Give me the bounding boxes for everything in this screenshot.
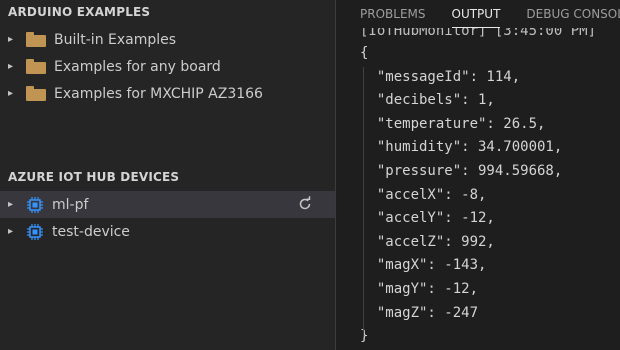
folder-icon bbox=[26, 86, 46, 101]
tree-item-label: Built-in Examples bbox=[54, 31, 177, 48]
chevron-right-icon[interactable]: ▸ bbox=[8, 61, 16, 72]
tree-item-label: Examples for MXCHIP AZ3166 bbox=[54, 85, 263, 102]
output-line: "accelX": -8, bbox=[360, 186, 487, 203]
device-label: ml-pf bbox=[52, 196, 89, 213]
tree-item-examples-mxchip[interactable]: ▸ Examples for MXCHIP AZ3166 bbox=[0, 80, 335, 107]
tree-item-examples-any-board[interactable]: ▸ Examples for any board bbox=[0, 53, 335, 80]
output-line: "accelZ": 992, bbox=[360, 233, 495, 250]
chevron-right-icon[interactable]: ▸ bbox=[8, 34, 16, 45]
chevron-right-icon[interactable]: ▸ bbox=[8, 199, 16, 210]
output-line: "magX": -143, bbox=[360, 257, 487, 274]
arduino-examples-header[interactable]: ARDUINO EXAMPLES bbox=[0, 0, 335, 24]
output-line: [IoTHubMonitor] [3:45:00 PM] bbox=[360, 28, 597, 39]
output-line: { bbox=[360, 45, 369, 61]
output-line: "magY": -12, bbox=[360, 280, 479, 297]
device-item-test-device[interactable]: ▸ test-device bbox=[0, 218, 335, 245]
folder-icon bbox=[26, 59, 46, 74]
output-line: "magZ": -247 bbox=[360, 304, 479, 321]
output-line: "decibels": 1, bbox=[360, 92, 495, 109]
chip-icon bbox=[27, 196, 43, 213]
output-line: "pressure": 994.59668, bbox=[360, 162, 563, 179]
folder-icon bbox=[26, 32, 46, 47]
sidebar: ARDUINO EXAMPLES ▸ Built-in Examples ▸ E… bbox=[0, 0, 335, 350]
azure-iot-hub-devices-header[interactable]: AZURE IOT HUB DEVICES bbox=[0, 165, 335, 189]
output-panel: PROBLEMS OUTPUT DEBUG CONSOLE [IoTHubMon… bbox=[336, 0, 620, 350]
refresh-icon[interactable] bbox=[297, 196, 313, 212]
chip-icon bbox=[27, 223, 43, 240]
chevron-right-icon[interactable]: ▸ bbox=[8, 226, 16, 237]
device-label: test-device bbox=[52, 223, 130, 240]
chevron-right-icon[interactable]: ▸ bbox=[8, 88, 16, 99]
output-line: } bbox=[360, 328, 369, 345]
indent-guide bbox=[363, 67, 364, 337]
device-item-ml-pf[interactable]: ▸ ml-pf bbox=[0, 191, 335, 218]
tree-item-label: Examples for any board bbox=[54, 58, 221, 75]
output-line: "humidity": 34.700001, bbox=[360, 139, 563, 156]
output-line: "temperature": 26.5, bbox=[360, 115, 546, 132]
output-line: "messageId": 114, bbox=[360, 68, 521, 85]
output-line: "accelY": -12, bbox=[360, 210, 495, 227]
tree-item-built-in-examples[interactable]: ▸ Built-in Examples bbox=[0, 26, 335, 53]
output-content[interactable]: [IoTHubMonitor] [3:45:00 PM] { "messageI… bbox=[336, 22, 620, 349]
